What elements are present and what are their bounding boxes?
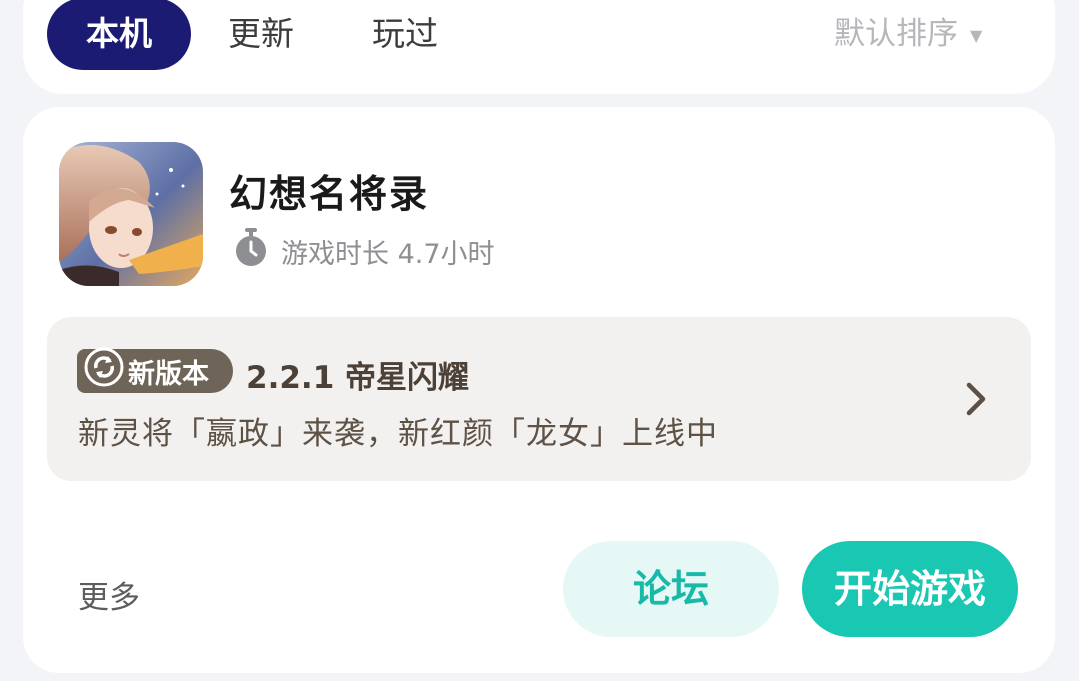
- game-icon[interactable]: [59, 142, 203, 286]
- tab-local[interactable]: 本机: [47, 0, 191, 70]
- update-description: 新灵将「嬴政」来袭，新红颜「龙女」上线中: [78, 416, 718, 452]
- caret-down-icon: ▼: [970, 25, 983, 45]
- update-banner[interactable]: [47, 317, 1031, 481]
- stopwatch-icon: [236, 228, 266, 266]
- playtime-text: 游戏时长 4.7小时: [281, 239, 495, 270]
- sort-label: 默认排序: [834, 16, 958, 52]
- tab-updates[interactable]: 更新: [228, 0, 294, 70]
- badge-label: 新版本: [128, 359, 209, 390]
- start-game-button[interactable]: 开始游戏: [802, 541, 1018, 637]
- forum-button[interactable]: 论坛: [563, 541, 779, 637]
- refresh-icon: [84, 347, 124, 387]
- chevron-right-icon[interactable]: [962, 381, 990, 417]
- sort-dropdown[interactable]: 默认排序 ▼: [834, 0, 982, 70]
- game-title[interactable]: 幻想名将录: [229, 163, 429, 218]
- tab-played[interactable]: 玩过: [372, 0, 438, 70]
- more-button[interactable]: 更多: [78, 572, 140, 617]
- version-title: 2.2.1 帝星闪耀: [246, 360, 470, 396]
